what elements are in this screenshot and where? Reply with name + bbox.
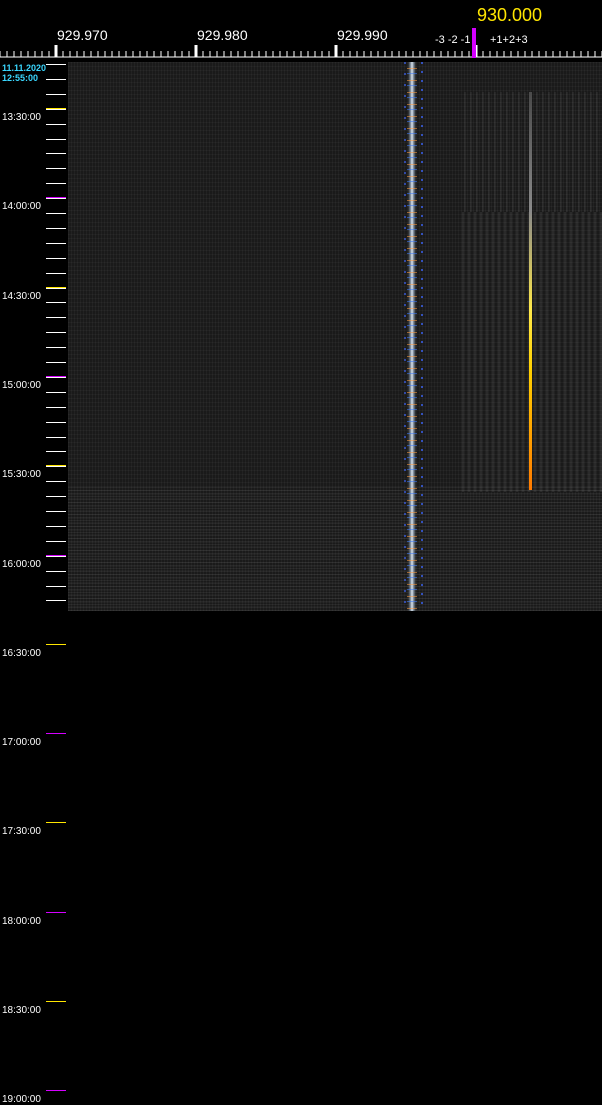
time-major-tick	[46, 1001, 66, 1002]
time-minor-tick	[46, 451, 66, 453]
time-minor-tick	[46, 496, 66, 498]
positive-offset-labels: +1+2+3	[490, 34, 528, 46]
signal-sideband-left	[404, 62, 406, 611]
time-label: 17:30:00	[2, 826, 41, 838]
signal-sideband-right	[421, 62, 423, 611]
time-minor-tick	[46, 108, 66, 110]
time-minor-tick	[46, 213, 66, 214]
start-time-label: 12:55:00	[2, 73, 39, 83]
time-minor-tick	[46, 347, 66, 349]
time-minor-tick	[46, 78, 66, 80]
time-minor-tick	[46, 272, 66, 274]
time-minor-tick	[46, 332, 66, 334]
signal-carrier-trace	[529, 92, 532, 490]
time-minor-tick	[46, 317, 66, 319]
time-major-tick	[46, 733, 66, 735]
freq-label-929990: 929.990	[337, 27, 388, 43]
time-label: 14:30:00	[2, 290, 41, 302]
signal-trace-dots	[407, 62, 417, 611]
time-minor-tick	[46, 123, 66, 125]
time-minor-tick	[46, 585, 66, 587]
time-label: 18:30:00	[2, 1005, 41, 1016]
time-minor-tick	[46, 391, 66, 393]
signal-spread-region	[462, 212, 602, 492]
time-label: 15:00:00	[2, 379, 41, 391]
time-label: 15:30:00	[2, 469, 41, 481]
time-major-tick	[46, 911, 66, 913]
time-label: 16:00:00	[2, 558, 41, 570]
time-axis: 11.11.2020 12:55:00 13:30:00 14:00:00 14:3…	[0, 62, 68, 1105]
time-label: 17:00:00	[2, 737, 41, 749]
time-minor-tick	[46, 153, 66, 155]
negative-offset-labels: -3 -2 -1	[435, 34, 471, 46]
time-minor-tick	[46, 511, 66, 512]
time-major-tick	[46, 822, 66, 824]
time-minor-tick	[46, 257, 66, 259]
time-label: 13:30:00	[2, 112, 41, 123]
date-label: 11.11.2020	[2, 63, 47, 73]
time-minor-tick	[46, 525, 66, 527]
time-minor-tick	[46, 138, 66, 140]
freq-label-929970: 929.970	[57, 27, 108, 43]
time-minor-tick	[46, 93, 66, 95]
time-minor-tick	[46, 302, 66, 304]
time-major-tick	[46, 1090, 66, 1092]
waterfall-spectrogram[interactable]	[68, 62, 602, 611]
time-minor-tick	[46, 198, 66, 200]
waterfall-window: 929.970 929.980 929.990 930.000 -3 -2 -1…	[0, 0, 602, 1105]
time-minor-tick	[46, 466, 66, 468]
center-frequency-marker[interactable]	[472, 28, 476, 58]
time-minor-tick	[46, 227, 66, 229]
freq-label-929980: 929.980	[197, 27, 248, 43]
time-label: 18:00:00	[2, 915, 41, 927]
center-frequency-label: 930.000	[477, 5, 543, 25]
frequency-scale-header[interactable]: 929.970 929.980 929.990 930.000 -3 -2 -1…	[0, 0, 602, 62]
time-label: 16:30:00	[2, 647, 41, 659]
time-minor-tick	[46, 555, 66, 557]
time-minor-tick	[46, 376, 66, 378]
waterfall-noise-band	[68, 487, 602, 611]
time-minor-tick	[46, 183, 66, 185]
time-minor-tick	[46, 436, 66, 438]
time-minor-tick	[46, 570, 66, 572]
time-label: 14:00:00	[2, 201, 41, 213]
time-minor-tick	[46, 540, 66, 542]
time-minor-tick	[46, 64, 66, 65]
time-minor-tick	[46, 168, 66, 170]
time-minor-tick	[46, 362, 66, 363]
time-minor-tick	[46, 287, 66, 289]
signal-spread-faint	[464, 92, 600, 212]
time-major-tick	[46, 643, 66, 645]
time-minor-tick	[46, 421, 66, 423]
time-minor-tick	[46, 600, 66, 602]
time-minor-tick	[46, 406, 66, 408]
time-minor-tick	[46, 242, 66, 244]
time-minor-tick	[46, 481, 66, 483]
time-label: 19:00:00	[2, 1094, 41, 1105]
